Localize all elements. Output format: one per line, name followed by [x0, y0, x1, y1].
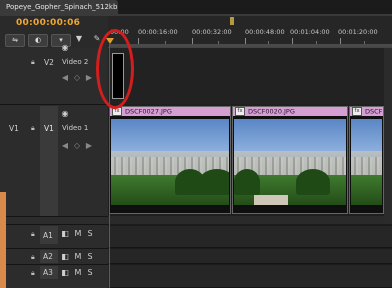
marker-icon[interactable]: ▼ — [74, 33, 84, 45]
track-target-a2[interactable]: A2 — [43, 252, 53, 261]
annotation-circle — [96, 29, 134, 109]
eye-icon[interactable]: ◉ — [60, 108, 70, 120]
fx-badge: fx — [352, 107, 362, 116]
speaker-icon[interactable]: ◧ — [60, 228, 70, 240]
track-divider — [0, 264, 108, 265]
playhead-timecode[interactable]: 00:00:00:06 — [16, 18, 80, 28]
left-edge-accent — [0, 192, 6, 288]
mute-button[interactable]: M — [73, 267, 83, 279]
clip-name: DSCF — [365, 107, 383, 116]
ruler-label: 00:00:32:00 — [192, 28, 232, 36]
work-area-bar[interactable] — [110, 44, 392, 47]
clip-dscf0020[interactable]: fx DSCF0020.JPG — [232, 106, 348, 214]
mute-button[interactable]: M — [73, 251, 83, 263]
snap-icon[interactable]: ⇋ — [5, 34, 25, 47]
source-track-v1[interactable]: V1 — [9, 124, 19, 133]
keyframe-icon[interactable]: ◇ — [72, 72, 82, 84]
speaker-icon[interactable]: ◧ — [60, 267, 70, 279]
clip-name: DSCF0027.JPG — [125, 107, 172, 116]
next-keyframe-icon[interactable]: ▶ — [84, 72, 94, 84]
audio1-lane[interactable] — [108, 226, 392, 248]
speaker-icon[interactable]: ◧ — [60, 251, 70, 263]
track-divider — [0, 216, 108, 217]
next-keyframe-icon[interactable]: ▶ — [84, 140, 94, 152]
track-name-video1: Video 1 — [62, 124, 89, 132]
solo-button[interactable]: S — [85, 267, 95, 279]
keyframe-icon[interactable]: ◇ — [72, 140, 82, 152]
vertical-scrollbar[interactable] — [384, 48, 392, 224]
clip-thumbnail — [234, 119, 346, 205]
video2-lane[interactable] — [108, 48, 392, 104]
clip-header: fx DSCF — [350, 107, 383, 116]
track-divider — [0, 248, 108, 249]
prev-keyframe-icon[interactable]: ◀ — [60, 140, 70, 152]
solo-button[interactable]: S — [85, 228, 95, 240]
eye-icon[interactable]: ◉ — [60, 42, 70, 54]
clip-header: fx DSCF0020.JPG — [233, 107, 347, 116]
track-target-v2[interactable]: V2 — [44, 58, 54, 67]
clip-name: DSCF0020.JPG — [248, 107, 295, 116]
track-target-area[interactable] — [40, 106, 58, 216]
lock-icon[interactable]: 🔒︎ — [31, 58, 41, 67]
track-target-a3[interactable]: A3 — [43, 268, 53, 277]
ruler-label: 00:00:48:00 — [245, 28, 285, 36]
track-separator — [108, 216, 392, 224]
track-divider — [0, 104, 108, 105]
ruler-label: 00:00:16:00 — [138, 28, 178, 36]
sequence-tab[interactable]: Popeye_Gopher_Spinach_512kb — [0, 0, 118, 14]
link-icon[interactable]: ◐ — [28, 34, 48, 47]
clip-dscf0027[interactable]: fx DSCF0027.JPG — [109, 106, 231, 214]
clip-thumbnail — [351, 119, 382, 205]
clip-header: fx DSCF0027.JPG — [110, 107, 230, 116]
ruler-label: 00:01:20:00 — [338, 28, 378, 36]
track-target-v1[interactable]: V1 — [44, 124, 54, 133]
fx-badge: fx — [235, 107, 245, 116]
track-divider — [0, 224, 108, 225]
prev-keyframe-icon[interactable]: ◀ — [60, 72, 70, 84]
clip-thumbnail — [111, 119, 229, 205]
mute-button[interactable]: M — [73, 228, 83, 240]
audio3-lane[interactable] — [108, 265, 392, 288]
clip-dscf-partial[interactable]: fx DSCF — [349, 106, 384, 214]
track-target-a1[interactable]: A1 — [43, 231, 53, 240]
track-name-video2: Video 2 — [62, 58, 89, 66]
sequence-tab-label: Popeye_Gopher_Spinach_512kb — [6, 3, 118, 11]
ruler-label: 00:01:04:00 — [290, 28, 330, 36]
solo-button[interactable]: S — [85, 251, 95, 263]
audio2-lane[interactable] — [108, 249, 392, 264]
work-area-marker[interactable] — [230, 17, 234, 25]
